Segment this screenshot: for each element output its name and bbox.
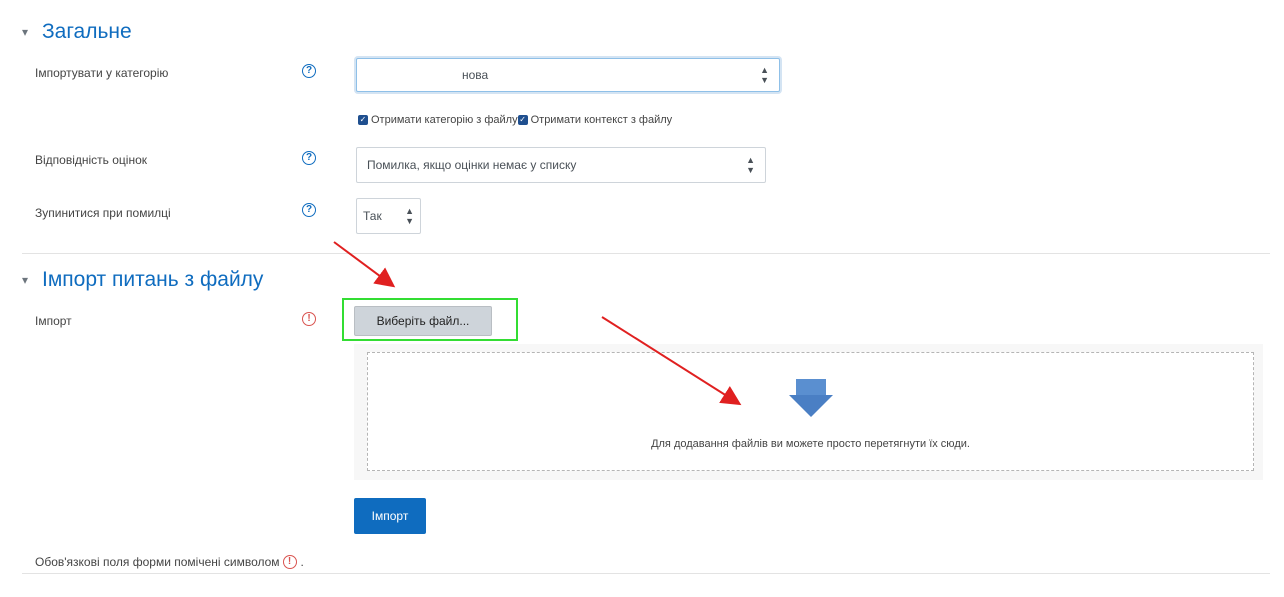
annotation-arrow-1: [333, 241, 396, 288]
annotation-arrow-2: [601, 316, 742, 406]
annotation-arrows: [333, 241, 742, 406]
